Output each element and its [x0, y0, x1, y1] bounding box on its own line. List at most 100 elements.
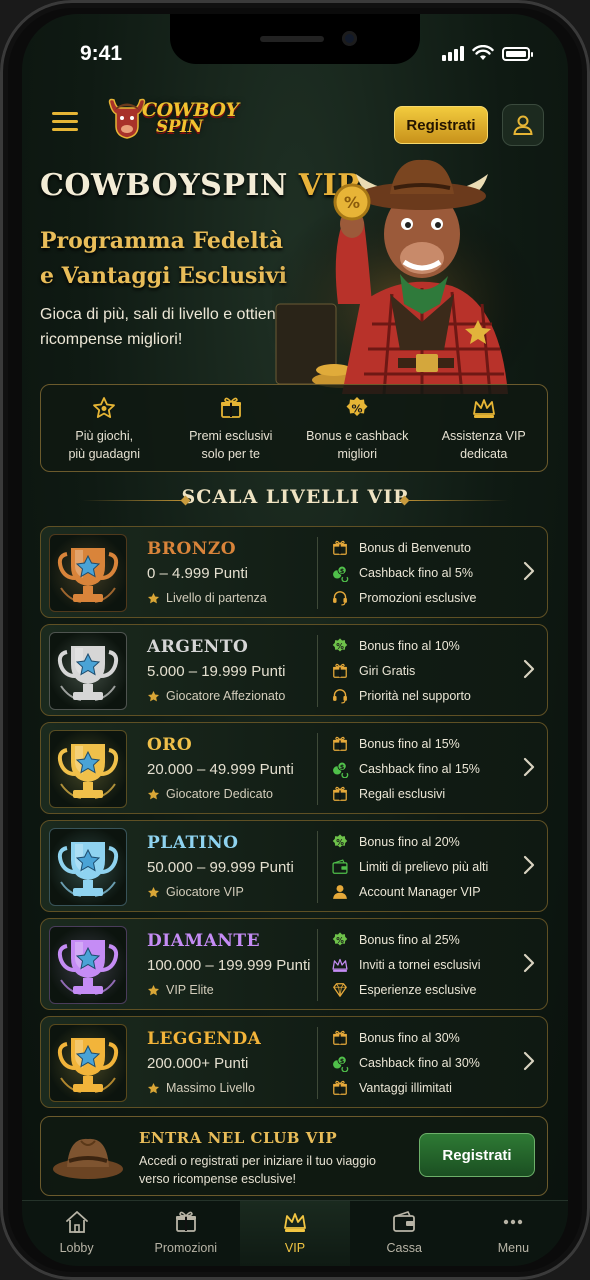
tier-points-range: 100.000 – 199.999 Punti — [147, 957, 311, 974]
coins-icon: $ — [333, 1055, 349, 1072]
tier-perk: Bonus di Benvenuto — [331, 535, 501, 560]
chevron-right-icon[interactable] — [523, 855, 535, 875]
tier-perk: Bonus fino al 30% — [331, 1025, 501, 1050]
nav-label: Promozioni — [154, 1241, 218, 1255]
wallet-icon — [332, 858, 348, 874]
register-button[interactable]: Registrati — [394, 106, 488, 144]
cowboyspin-logo[interactable]: COWBOY SPIN — [106, 94, 239, 146]
tier-trophy — [49, 828, 127, 906]
tier-perk-text: Esperienze esclusive — [359, 982, 477, 997]
star-icon — [148, 592, 159, 603]
status-icons — [442, 45, 533, 61]
tier-perk-text: Account Manager VIP — [359, 884, 481, 899]
tier-perk-text: Giri Gratis — [359, 663, 416, 678]
tier-trophy — [49, 730, 127, 808]
gift-icon — [175, 1211, 196, 1232]
vip-tier-card-diamante[interactable]: DIAMANTE 100.000 – 199.999 Punti VIP Eli… — [40, 918, 548, 1010]
tier-level-text: Livello di partenza — [166, 591, 267, 605]
nav-item-promozioni[interactable]: Promozioni — [131, 1201, 240, 1266]
account-button[interactable] — [502, 104, 544, 146]
hero-description: Gioca di più, sali di livello e ottieni … — [40, 306, 280, 348]
home-icon — [65, 1211, 88, 1233]
chevron-right-icon[interactable] — [523, 561, 535, 581]
tier-perk: Bonus fino al 15% — [331, 731, 501, 756]
tier-perk-text: Limiti di prelievo più alti — [359, 859, 489, 874]
tier-level: Giocatore Dedicato — [147, 787, 273, 801]
tier-level: Giocatore Affezionato — [147, 689, 285, 703]
tier-name: ORO — [147, 735, 193, 755]
tier-perk-text: Cashback fino al 5% — [359, 565, 473, 580]
club-title: ENTRA NEL CLUB VIP — [139, 1129, 338, 1147]
tier-perk-text: Bonus fino al 30% — [359, 1030, 460, 1045]
feature-item: % Bonus e cashback migliori — [294, 385, 421, 471]
nav-item-lobby[interactable]: Lobby — [22, 1201, 131, 1266]
tier-level-text: Giocatore Affezionato — [166, 689, 286, 703]
more-icon — [504, 1219, 523, 1225]
svg-text:%: % — [336, 642, 344, 651]
hero-banner: COWBOYSPIN VIP Programma Fedeltà e Vanta… — [22, 154, 568, 394]
wifi-icon — [472, 45, 494, 60]
tier-perk-text: Cashback fino al 30% — [359, 1055, 480, 1070]
tier-name: LEGGENDA — [147, 1029, 262, 1049]
crown-icon — [472, 399, 495, 418]
vip-tier-card-argento[interactable]: ARGENTO 5.000 – 19.999 Punti Giocatore A… — [40, 624, 548, 716]
feature-item: Assistenza VIP dedicata — [421, 385, 548, 471]
vip-levels-section-title: SCALA LIVELLI VIP — [22, 486, 568, 516]
percent-badge-icon: % — [332, 833, 348, 848]
club-description: Accedi o registrati per iniziare il tuo … — [139, 1154, 376, 1186]
gift-icon — [333, 1030, 347, 1045]
tier-trophy — [49, 632, 127, 710]
vip-tier-card-oro[interactable]: ORO 20.000 – 49.999 Punti Giocatore Dedi… — [40, 722, 548, 814]
club-register-button[interactable]: Registrati — [419, 1133, 535, 1177]
vip-tier-card-bronzo[interactable]: BRONZO 0 – 4.999 Punti Livello di parten… — [40, 526, 548, 618]
feature-item: Premi esclusivi solo per te — [168, 385, 295, 471]
feature-label: Assistenza VIP dedicata — [441, 429, 526, 461]
tier-perk-text: Cashback fino al 15% — [359, 761, 480, 776]
tier-perks: Bonus fino al 15% $ Cashback fino al 15%… — [331, 731, 501, 806]
trophy-icon — [57, 842, 119, 897]
user-icon — [513, 115, 533, 135]
chevron-right-icon[interactable] — [523, 659, 535, 679]
vip-tier-card-leggenda[interactable]: LEGGENDA 200.000+ Punti Massimo Livello … — [40, 1016, 548, 1108]
nav-item-vip[interactable]: VIP — [240, 1201, 350, 1266]
tier-perk: Account Manager VIP — [331, 879, 501, 904]
tier-points-range: 200.000+ Punti — [147, 1055, 249, 1072]
trophy-icon — [57, 940, 119, 995]
feature-label: Premi esclusivi solo per te — [189, 429, 273, 461]
status-time: 9:41 — [80, 42, 123, 65]
coins-icon: $ — [333, 761, 349, 778]
tier-level: Giocatore VIP — [147, 885, 244, 899]
chevron-right-icon[interactable] — [523, 953, 535, 973]
tier-perk-text: Bonus di Benvenuto — [359, 540, 471, 555]
nav-item-cassa[interactable]: Cassa — [350, 1201, 459, 1266]
crown-icon — [332, 958, 348, 972]
gift-icon — [333, 663, 347, 678]
star-icon — [148, 1082, 159, 1093]
hamburger-menu-icon[interactable] — [42, 98, 88, 144]
camera-icon — [342, 31, 357, 46]
nav-item-menu[interactable]: Menu — [459, 1201, 568, 1266]
tier-points-range: 20.000 – 49.999 Punti — [147, 761, 294, 778]
bottom-navigation: Lobby Promozioni VIP Cassa Menu — [22, 1200, 568, 1266]
chevron-right-icon[interactable] — [523, 1051, 535, 1071]
tier-trophy — [49, 926, 127, 1004]
percent-badge-icon: % — [332, 637, 348, 652]
tier-perk: Inviti a tornei esclusivi — [331, 952, 501, 977]
svg-text:%: % — [352, 403, 363, 416]
star-icon — [148, 984, 159, 995]
chevron-right-icon[interactable] — [523, 757, 535, 777]
gift-icon — [333, 1080, 347, 1095]
vip-tier-list: BRONZO 0 – 4.999 Punti Livello di parten… — [40, 526, 548, 1114]
cowboy-bull-mascot-illustration: % — [272, 159, 542, 394]
tier-trophy — [49, 1024, 127, 1102]
vip-tier-card-platino[interactable]: PLATINO 50.000 – 99.999 Punti Giocatore … — [40, 820, 548, 912]
hero-subtitle: Programma Fedeltà e Vantaggi Esclusivi — [40, 228, 287, 289]
tier-perk: % Bonus fino al 20% — [331, 829, 501, 854]
tier-perk: Regali esclusivi — [331, 781, 501, 806]
headset-icon — [333, 688, 347, 703]
app-screen: 9:41 COWBOY SPIN Registrati COWBOYSPIN V… — [22, 14, 568, 1266]
tier-level-text: VIP Elite — [166, 983, 214, 997]
tier-perks: Bonus di Benvenuto $ Cashback fino al 5%… — [331, 535, 501, 610]
tier-perks: % Bonus fino al 25% Inviti a tornei escl… — [331, 927, 501, 1002]
phone-frame: 9:41 COWBOY SPIN Registrati COWBOYSPIN V… — [0, 0, 590, 1280]
